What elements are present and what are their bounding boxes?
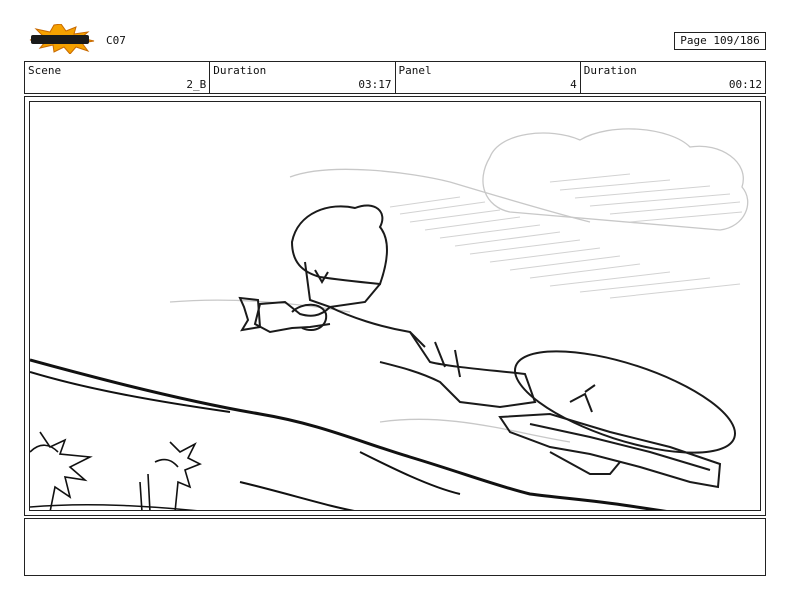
scene-label: Scene — [28, 64, 62, 77]
storyboard-sketch-icon — [30, 128, 749, 510]
page-indicator: Page 109/186 — [674, 32, 766, 50]
scene-cell: Scene 2_B — [25, 62, 211, 93]
scene-duration-cell: Duration 03:17 — [210, 62, 396, 93]
panel-drawing-area — [29, 101, 761, 511]
notes-area — [24, 518, 766, 576]
scene-code: C07 — [106, 34, 126, 47]
info-row: Scene 2_B Duration 03:17 Panel 4 Duratio… — [24, 61, 766, 94]
panel-duration-cell: Duration 00:12 — [581, 62, 765, 93]
panel-duration-value: 00:12 — [728, 78, 762, 91]
storyboard-panel — [24, 96, 766, 516]
scene-value: 2_B — [186, 78, 207, 91]
scene-duration-label: Duration — [213, 64, 267, 77]
toonboom-logo — [26, 23, 96, 55]
scene-duration-value: 03:17 — [358, 78, 392, 91]
panel-value: 4 — [570, 78, 577, 91]
panel-cell: Panel 4 — [396, 62, 581, 93]
panel-label: Panel — [398, 64, 432, 77]
panel-duration-label: Duration — [583, 64, 637, 77]
